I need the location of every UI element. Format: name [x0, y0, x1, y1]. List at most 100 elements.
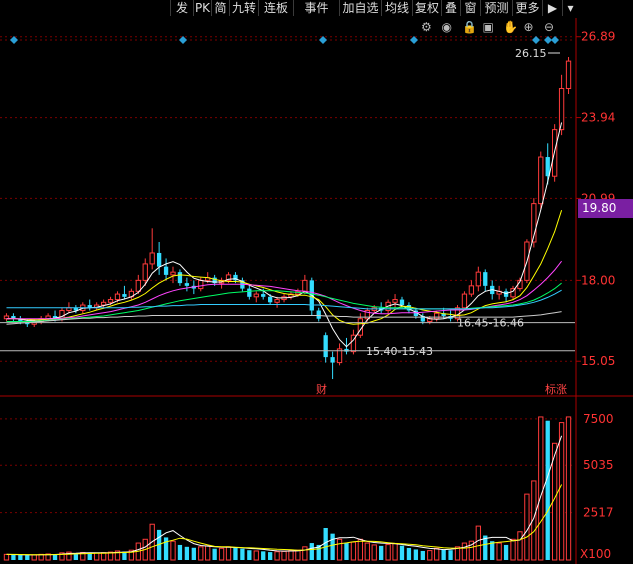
- volume-bar-up: [364, 542, 370, 561]
- candle-body-up: [434, 312, 440, 320]
- candle-body-up: [392, 299, 398, 303]
- price-axis-label: 26.89: [581, 30, 615, 44]
- candle-body-down: [177, 272, 183, 284]
- volume-bar-down: [11, 554, 16, 560]
- event-diamond-icon: [532, 36, 540, 44]
- volume-bar-down: [399, 545, 405, 560]
- candle-body-up: [475, 271, 481, 287]
- ma-line-0: [6, 122, 563, 348]
- volume-bar-down: [413, 549, 419, 560]
- hand-icon[interactable]: ✋: [503, 20, 518, 34]
- gap-annotation-lower: 15.40-15.43: [366, 345, 433, 358]
- candle-body-down: [503, 291, 509, 297]
- candle-body-down: [323, 335, 328, 358]
- volume-bar-up: [225, 546, 232, 561]
- kline-chart[interactable]: ⚙◉🔒▣✋⊕⊖26.8923.9420.9918.0015.0575005035…: [0, 0, 633, 564]
- volume-bar-down: [184, 546, 190, 560]
- candle-body-up: [170, 271, 176, 276]
- zoom-out-icon[interactable]: ⊖: [544, 20, 554, 34]
- zoom-in-icon[interactable]: ⊕: [524, 20, 534, 34]
- event-mark-finance: 财: [316, 382, 327, 396]
- candle-body-up: [461, 293, 468, 309]
- volume-bar-up: [461, 542, 468, 561]
- volume-bar-down: [441, 549, 446, 560]
- volume-bar-up: [350, 541, 357, 561]
- volume-bar-down: [406, 547, 412, 560]
- volume-bar-down: [420, 550, 425, 560]
- eye-icon[interactable]: ◉: [442, 20, 452, 34]
- price-axis-label: 15.05: [581, 354, 615, 368]
- volume-axis-label: 5035: [583, 458, 614, 472]
- volume-bar-up: [281, 550, 287, 561]
- candle-body-down: [156, 252, 162, 267]
- volume-bar-up: [218, 547, 225, 561]
- volume-bar-down: [25, 555, 30, 560]
- volume-bar-up: [565, 416, 572, 561]
- candle-body-up: [565, 60, 572, 90]
- volume-bar-up: [517, 531, 523, 561]
- candle-body-up: [302, 279, 308, 292]
- volume-bar-up: [288, 550, 294, 561]
- volume-bar-up: [538, 416, 544, 561]
- volume-bar-down: [87, 553, 92, 560]
- gear-icon[interactable]: ⚙: [421, 20, 432, 34]
- candle-body-up: [538, 156, 544, 205]
- volume-bar-up: [170, 540, 176, 561]
- volume-bar-up: [253, 550, 259, 561]
- volume-bar-up: [392, 542, 398, 561]
- volume-bar-down: [191, 547, 196, 560]
- volume-bar-down: [261, 551, 266, 560]
- candle-body-down: [261, 294, 266, 297]
- candle-body-up: [100, 301, 107, 306]
- volume-bar-down: [344, 543, 349, 560]
- lock-icon[interactable]: 🔒: [462, 20, 477, 34]
- volume-bar-down: [212, 548, 217, 560]
- candle-body-down: [184, 283, 190, 286]
- candle-body-up: [142, 263, 148, 281]
- candle-body-down: [483, 272, 488, 286]
- candle-body-up: [253, 293, 259, 298]
- candle-body-up: [107, 299, 114, 303]
- candle-body-up: [274, 299, 280, 303]
- volume-bar-up: [371, 544, 377, 561]
- price-axis-label: 18.00: [581, 273, 615, 287]
- volume-bar-up: [427, 550, 433, 561]
- candle-body-down: [330, 357, 335, 363]
- save-icon[interactable]: ▣: [483, 20, 494, 34]
- volume-bar-down: [490, 541, 495, 560]
- volume-bar-down: [177, 544, 183, 560]
- current-price-tag: 19.80: [578, 199, 633, 218]
- volume-axis-label: 2517: [583, 506, 614, 520]
- volume-bar-up: [94, 552, 100, 561]
- volume-bar-down: [330, 533, 335, 560]
- volume-bar-up: [3, 553, 10, 561]
- volume-bar-up: [295, 549, 301, 561]
- candle-body-up: [135, 279, 141, 292]
- volume-bar-up: [510, 538, 516, 561]
- high-price-annotation: 26.15: [515, 47, 547, 60]
- volume-bar-up: [496, 542, 502, 561]
- volume-bar-up: [357, 538, 364, 561]
- volume-bar-down: [18, 555, 23, 560]
- volume-bar-up: [205, 545, 211, 561]
- volume-bar-up: [385, 544, 391, 561]
- candle-body-down: [163, 266, 169, 275]
- volume-bar-up: [558, 422, 565, 561]
- gap-annotation-upper: 16.45-16.46: [457, 317, 524, 330]
- candle-body-up: [468, 285, 475, 295]
- volume-bar-down: [379, 545, 384, 560]
- volume-bar-down: [309, 543, 314, 560]
- candle-body-down: [399, 299, 405, 306]
- volume-bar-up: [198, 546, 204, 561]
- candle-body-up: [198, 279, 204, 290]
- volume-bar-down: [545, 420, 550, 560]
- volume-axis-label: 7500: [583, 412, 614, 426]
- event-diamond-icon: [551, 36, 559, 44]
- candle-body-up: [114, 293, 121, 301]
- volume-bar-up: [434, 547, 440, 561]
- candle-body-down: [247, 288, 252, 297]
- candle-body-down: [122, 294, 127, 297]
- candle-body-down: [268, 296, 273, 303]
- volume-bar-down: [503, 544, 509, 560]
- candle-body-up: [149, 252, 155, 265]
